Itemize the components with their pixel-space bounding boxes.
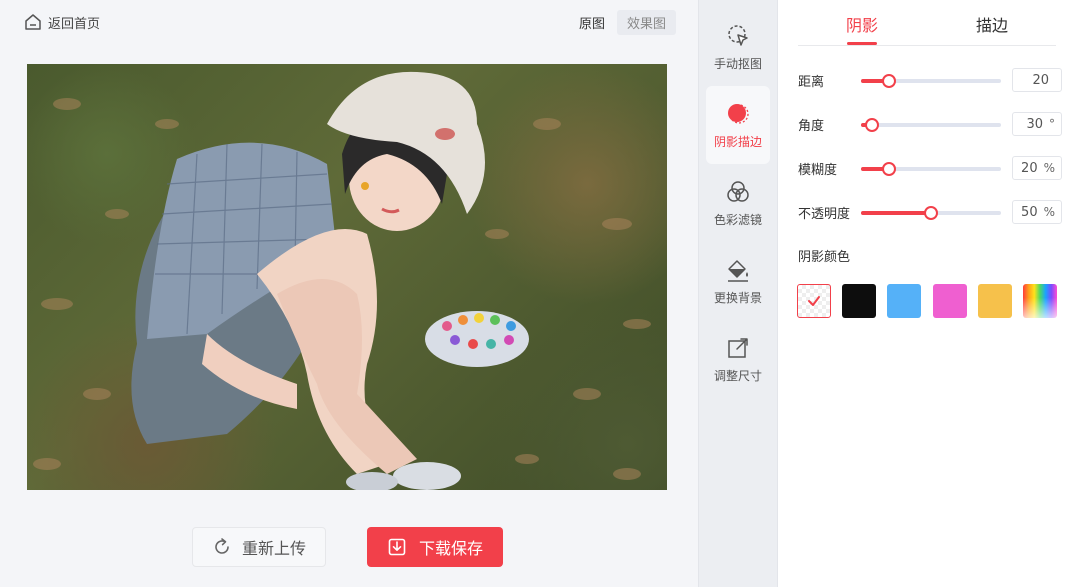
opacity-slider-knob[interactable] — [924, 206, 938, 220]
check-icon — [808, 296, 820, 306]
angle-setting: 角度 30 ° — [798, 112, 1062, 136]
preview-image — [27, 64, 667, 490]
opacity-setting: 不透明度 50 % — [798, 200, 1062, 224]
reupload-button[interactable]: 重新上传 — [192, 527, 326, 567]
blur-value: 20 — [1021, 160, 1038, 176]
distance-input[interactable]: 20 — [1012, 68, 1062, 92]
tool-sidebar: 手动抠图 阴影描边 色彩滤镜 更换背景 调整尺寸 — [698, 0, 778, 587]
resize-icon — [728, 337, 748, 358]
view-effect-button[interactable]: 效果图 — [616, 10, 676, 35]
tab-shadow[interactable]: 阴影 — [846, 12, 878, 36]
blur-unit: % — [1043, 161, 1055, 175]
reupload-label: 重新上传 — [241, 539, 306, 558]
angle-label: 角度 — [798, 119, 825, 134]
view-original-button[interactable]: 原图 — [569, 10, 615, 35]
tool-resize[interactable]: 调整尺寸 — [706, 320, 770, 398]
angle-input[interactable]: 30 ° — [1012, 112, 1062, 136]
opacity-label: 不透明度 — [798, 207, 851, 222]
view-toggle: 原图 效果图 — [569, 10, 676, 35]
opacity-value: 50 — [1021, 204, 1038, 220]
color-swatch-custom[interactable] — [1023, 284, 1057, 318]
tool-change-background[interactable]: 更换背景 — [706, 242, 770, 320]
tool-shadow-stroke[interactable]: 阴影描边 — [706, 86, 770, 164]
color-swatch-yellow[interactable] — [978, 284, 1012, 318]
opacity-input[interactable]: 50 % — [1012, 200, 1062, 224]
opacity-slider-fill — [861, 211, 931, 215]
download-button[interactable]: 下载保存 — [367, 527, 503, 567]
tool-label: 手动抠图 — [713, 56, 762, 71]
active-tab-indicator — [847, 42, 877, 45]
shadow-circle-icon — [728, 103, 749, 124]
color-swatch-none[interactable] — [797, 284, 831, 318]
blur-slider[interactable] — [861, 162, 1001, 176]
blur-slider-knob[interactable] — [882, 162, 896, 176]
distance-value: 20 — [1032, 72, 1049, 88]
back-home-label: 返回首页 — [48, 16, 101, 32]
tool-color-filter[interactable]: 色彩滤镜 — [706, 164, 770, 242]
photo-scene — [33, 71, 651, 490]
cursor-lasso-icon — [728, 24, 748, 46]
distance-setting: 距离 20 — [798, 68, 1062, 92]
opacity-unit: % — [1043, 205, 1055, 219]
tool-label: 更换背景 — [713, 290, 762, 305]
tool-label: 阴影描边 — [713, 134, 762, 149]
refresh-icon — [215, 538, 229, 554]
color-swatch-pink[interactable] — [933, 284, 967, 318]
distance-label: 距离 — [798, 75, 825, 90]
opacity-slider[interactable] — [861, 206, 1001, 220]
shadow-color-title: 阴影颜色 — [798, 250, 851, 265]
panel-tabs: 阴影 描边 — [798, 0, 1056, 46]
download-label: 下载保存 — [418, 539, 483, 558]
tool-label: 调整尺寸 — [713, 368, 762, 383]
download-icon — [388, 538, 406, 556]
distance-slider[interactable] — [861, 74, 1001, 88]
angle-unit: ° — [1049, 117, 1055, 131]
color-filter-icon — [727, 180, 749, 202]
home-icon — [25, 14, 41, 30]
settings-panel: 阴影 描边 距离 20 角度 30 ° 模糊度 20 % 不透明度 50 % 阴… — [778, 0, 1070, 587]
paint-bucket-icon — [728, 259, 748, 282]
angle-slider-knob[interactable] — [865, 118, 880, 132]
tab-stroke[interactable]: 描边 — [976, 12, 1008, 36]
color-swatch-black[interactable] — [842, 284, 876, 318]
angle-value: 30 — [1026, 116, 1043, 132]
shadow-color-swatches — [797, 284, 1063, 318]
blur-label: 模糊度 — [798, 163, 838, 178]
back-home-link[interactable]: 返回首页 — [24, 11, 100, 33]
color-swatch-blue[interactable] — [887, 284, 921, 318]
tool-label: 色彩滤镜 — [713, 212, 762, 227]
blur-input[interactable]: 20 % — [1012, 156, 1062, 180]
tool-manual-cutout[interactable]: 手动抠图 — [706, 8, 770, 86]
blur-setting: 模糊度 20 % — [798, 156, 1062, 180]
canvas-area: 返回首页 原图 效果图 重新上传 下载保存 — [0, 0, 698, 587]
angle-slider[interactable] — [861, 118, 1001, 132]
distance-slider-knob[interactable] — [882, 74, 896, 88]
